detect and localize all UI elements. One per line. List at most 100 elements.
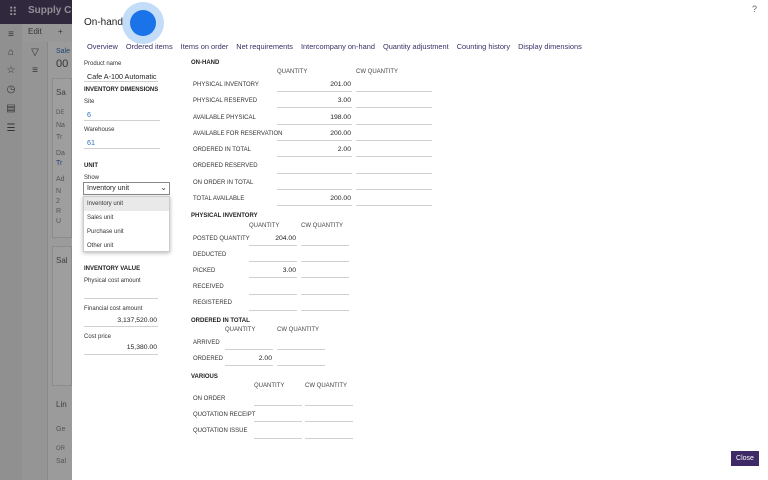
ordered-row-qty: 2.00 [258, 355, 272, 362]
option-other-unit[interactable]: Other unit [84, 239, 169, 253]
chevron-down-icon[interactable]: ⌄ [160, 183, 167, 192]
field-underline [277, 140, 352, 141]
ordered-col-quantity: QUANTITY [225, 327, 256, 333]
field-underline [277, 365, 325, 366]
field-underline [356, 205, 432, 206]
field-underline [277, 156, 352, 157]
field-underline [225, 349, 273, 350]
field-underline [277, 91, 352, 92]
warehouse-link[interactable]: 61 [87, 138, 95, 147]
onhand-row-label: ORDERED RESERVED [193, 163, 258, 169]
physical-row-qty: 3.00 [282, 267, 296, 274]
field-underline [356, 91, 432, 92]
inventory-dimensions-header: INVENTORY DIMENSIONS [84, 87, 159, 93]
tab-overview[interactable]: Overview [87, 42, 118, 51]
onhand-row-label: PHYSICAL RESERVED [193, 98, 258, 104]
tab-items-on-order[interactable]: Items on order [181, 42, 229, 51]
financial-cost-label: Financial cost amount [84, 306, 143, 312]
field-underline [301, 310, 349, 311]
field-underline [84, 326, 158, 327]
physical-col-cw-quantity: CW QUANTITY [301, 223, 343, 229]
various-row-label: QUOTATION RECEIPT [193, 412, 256, 418]
physical-row-label: DEDUCTED [193, 252, 227, 258]
onhand-row-label: AVAILABLE PHYSICAL [193, 115, 256, 121]
field-underline [84, 148, 160, 149]
modal-overlay [0, 0, 72, 480]
show-label: Show [84, 175, 100, 181]
onhand-row-qty: 2.00 [337, 146, 351, 153]
field-underline [277, 107, 352, 108]
tab-counting-history[interactable]: Counting history [457, 42, 510, 51]
field-underline [249, 245, 297, 246]
field-underline [356, 173, 432, 174]
onhand-row-qty: 3.00 [337, 97, 351, 104]
product-name-value: Cafe A-100 Automatic [87, 72, 157, 81]
show-unit-select[interactable]: Inventory unit ⌄ [83, 182, 170, 195]
field-underline [84, 120, 160, 121]
field-underline [356, 156, 432, 157]
show-unit-value: Inventory unit [87, 185, 130, 192]
field-underline [305, 421, 353, 422]
field-underline [301, 294, 349, 295]
physical-cost-label: Physical cost amount [84, 278, 141, 284]
physical-row-label: REGISTERED [193, 300, 233, 306]
physical-row-label: PICKED [193, 268, 216, 274]
option-inventory-unit[interactable]: Inventory unit [84, 197, 169, 211]
onhand-row-label: ORDERED IN TOTAL [193, 147, 252, 153]
tab-display-dimensions[interactable]: Display dimensions [518, 42, 582, 51]
field-underline [356, 107, 432, 108]
physical-row-qty: 204.00 [275, 235, 296, 242]
field-underline [249, 310, 297, 311]
onhand-row-label: TOTAL AVAILABLE [193, 196, 245, 202]
field-underline [301, 245, 349, 246]
field-underline [277, 173, 352, 174]
ordered-row-label: ORDERED [193, 356, 224, 362]
field-underline [301, 261, 349, 262]
option-purchase-unit[interactable]: Purchase unit [84, 225, 169, 239]
various-row-label: QUOTATION ISSUE [193, 428, 248, 434]
cost-price-label: Cost price [84, 334, 112, 340]
inventory-value-header: INVENTORY VALUE [84, 266, 141, 272]
product-name-label: Product name [84, 61, 122, 67]
site-label: Site [84, 99, 95, 105]
field-underline [305, 405, 353, 406]
ordered-row-label: ARRIVED [193, 340, 220, 346]
field-underline [356, 140, 432, 141]
field-underline [277, 349, 325, 350]
close-button[interactable]: Close [731, 451, 759, 466]
tab-ordered-items[interactable]: Ordered items [126, 42, 173, 51]
ordered-col-cw-quantity: CW QUANTITY [277, 327, 319, 333]
cost-price-value: 15,380.00 [126, 344, 157, 351]
onhand-row-label: ON ORDER IN TOTAL [193, 180, 254, 186]
physical-row-label: POSTED QUANTITY [193, 236, 250, 242]
various-header: VARIOUS [191, 374, 218, 380]
help-icon[interactable]: ? [752, 4, 757, 14]
physical-row-label: RECEIVED [193, 284, 224, 290]
field-underline [254, 438, 302, 439]
tab-intercompany-onhand[interactable]: Intercompany on-hand [301, 42, 375, 51]
unit-header: UNIT [84, 163, 98, 169]
field-underline [84, 298, 158, 299]
physical-col-quantity: QUANTITY [249, 223, 280, 229]
onhand-row-label: PHYSICAL INVENTORY [193, 82, 259, 88]
field-underline [277, 189, 352, 190]
field-underline [277, 124, 352, 125]
tab-net-requirements[interactable]: Net requirements [236, 42, 293, 51]
field-underline [84, 81, 158, 82]
onhand-dialog: On-hand ? Overview Ordered items Items o… [72, 0, 768, 480]
various-col-cw-quantity: CW QUANTITY [305, 383, 347, 389]
field-underline [356, 189, 432, 190]
field-underline [305, 438, 353, 439]
tab-bar: Overview Ordered items Items on order Ne… [87, 42, 582, 51]
tab-quantity-adjustment[interactable]: Quantity adjustment [383, 42, 449, 51]
physical-inventory-header: PHYSICAL INVENTORY [191, 213, 258, 219]
ordered-in-total-header: ORDERED IN TOTAL [191, 318, 250, 324]
onhand-row-qty: 200.00 [330, 130, 351, 137]
onhand-row-qty: 198.00 [330, 114, 351, 121]
site-link[interactable]: 6 [87, 110, 91, 119]
onhand-row-qty: 201.00 [330, 81, 351, 88]
onhand-col-quantity: QUANTITY [277, 69, 308, 75]
option-sales-unit[interactable]: Sales unit [84, 211, 169, 225]
show-unit-dropdown: Inventory unit Sales unit Purchase unit … [83, 196, 170, 252]
field-underline [356, 124, 432, 125]
